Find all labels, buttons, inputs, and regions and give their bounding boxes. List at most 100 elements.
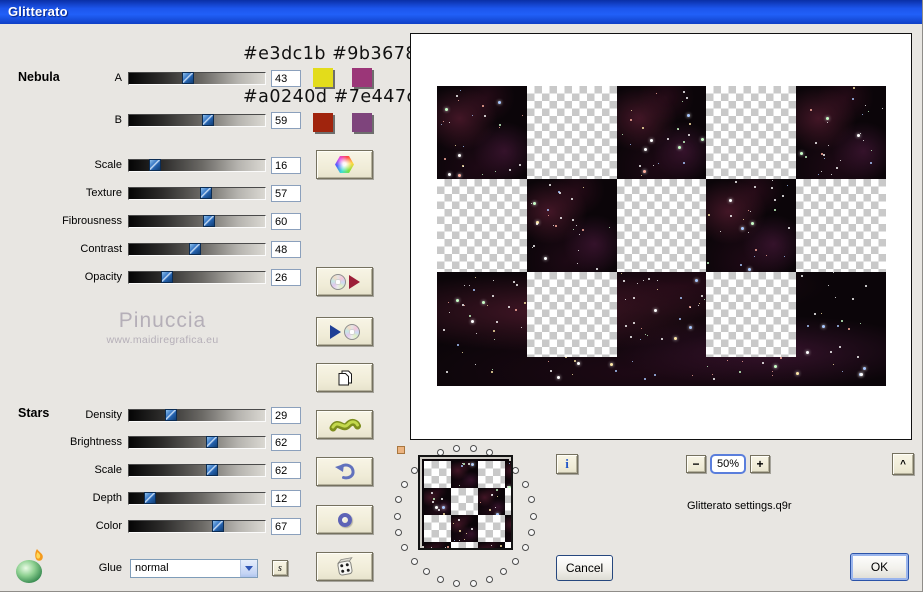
star-dot <box>820 312 822 314</box>
slider-track[interactable] <box>128 464 266 477</box>
memory-dot[interactable] <box>401 480 409 488</box>
slider-track[interactable] <box>128 72 266 85</box>
slider-value-input[interactable] <box>271 157 301 174</box>
slider-track[interactable] <box>128 187 266 200</box>
star-dot <box>458 530 461 533</box>
slider-track[interactable] <box>128 520 266 533</box>
memory-dot[interactable] <box>437 576 445 584</box>
slider-row-nebula-scale: Scale <box>30 157 305 174</box>
slider-value-input[interactable] <box>271 112 301 129</box>
slider-value-input[interactable] <box>271 213 301 230</box>
zoom-in-button[interactable]: + <box>750 455 770 473</box>
slider-track[interactable] <box>128 114 266 127</box>
memory-dot[interactable] <box>527 528 535 536</box>
transparent-checker-tile <box>437 179 527 272</box>
slider-value-input[interactable] <box>271 407 301 424</box>
memory-dot[interactable] <box>521 480 529 488</box>
info-button[interactable]: i <box>556 454 578 474</box>
titlebar[interactable]: Glitterato <box>0 0 922 24</box>
memory-square-marker[interactable] <box>397 446 405 454</box>
preview-panel[interactable] <box>410 33 912 440</box>
copy-button[interactable] <box>316 363 373 392</box>
glue-dropdown[interactable]: normal <box>130 559 258 578</box>
random-dice-button[interactable] <box>316 552 373 581</box>
slider-track[interactable] <box>128 436 266 449</box>
memory-dot[interactable] <box>395 496 403 504</box>
ring-button[interactable] <box>316 505 373 534</box>
slider-thumb[interactable] <box>206 436 218 448</box>
slider-value-input[interactable] <box>271 490 301 507</box>
slider-thumb[interactable] <box>203 215 215 227</box>
memory-dot[interactable] <box>529 512 537 520</box>
wavy-button[interactable] <box>316 410 373 439</box>
color-wheel-button[interactable] <box>316 150 373 179</box>
slider-value-input[interactable] <box>271 70 301 87</box>
slider-track[interactable] <box>128 271 266 284</box>
memory-dot[interactable] <box>401 544 409 552</box>
memory-dot[interactable] <box>512 557 520 565</box>
memory-dot[interactable] <box>469 580 477 587</box>
slider-value-input[interactable] <box>271 518 301 535</box>
undo-button[interactable] <box>316 457 373 486</box>
memory-dot[interactable] <box>410 467 418 475</box>
star-dot <box>861 114 863 116</box>
chevron-down-icon <box>245 566 253 571</box>
memory-dot[interactable] <box>453 580 461 587</box>
preview-thumbnail[interactable] <box>418 455 513 550</box>
s-button[interactable]: s <box>272 560 288 576</box>
slider-thumb[interactable] <box>189 243 201 255</box>
slider-value-input[interactable] <box>271 241 301 258</box>
dropdown-arrow-zone[interactable] <box>240 560 257 577</box>
zoom-level-display[interactable]: 50% <box>710 454 746 474</box>
slider-track[interactable] <box>128 492 266 505</box>
slider-track[interactable] <box>128 215 266 228</box>
color-swatch-2[interactable] <box>352 68 372 87</box>
star-dot <box>432 500 435 503</box>
slider-value-input[interactable] <box>271 462 301 479</box>
zoom-out-button[interactable]: − <box>686 455 706 473</box>
slider-value-input[interactable] <box>271 185 301 202</box>
slider-thumb[interactable] <box>161 271 173 283</box>
memory-dot[interactable] <box>512 467 520 475</box>
star-dot <box>560 217 563 220</box>
slider-thumb[interactable] <box>144 492 156 504</box>
slider-thumb[interactable] <box>149 159 161 171</box>
slider-track[interactable] <box>128 409 266 422</box>
glue-selected-value: normal <box>135 562 169 574</box>
load-settings-button[interactable] <box>316 317 373 346</box>
memory-dot[interactable] <box>485 576 493 584</box>
collapse-caret-button[interactable]: ^ <box>892 453 914 475</box>
memory-dot[interactable] <box>395 528 403 536</box>
slider-thumb[interactable] <box>202 114 214 126</box>
memory-dot[interactable] <box>469 444 477 452</box>
slider-value-input[interactable] <box>271 434 301 451</box>
memory-dot[interactable] <box>393 512 401 520</box>
color-swatch-1[interactable] <box>313 68 333 87</box>
slider-track[interactable] <box>128 159 266 172</box>
star-dot <box>462 351 464 353</box>
star-dot <box>864 104 866 106</box>
memory-dot[interactable] <box>422 568 430 576</box>
ok-button[interactable]: OK <box>850 553 909 581</box>
star-dot <box>499 124 502 126</box>
memory-dot[interactable] <box>410 557 418 565</box>
memory-dot[interactable] <box>527 496 535 504</box>
slider-value-input[interactable] <box>271 269 301 286</box>
star-dot <box>859 372 863 376</box>
slider-thumb[interactable] <box>200 187 212 199</box>
cancel-button[interactable]: Cancel <box>556 555 613 581</box>
star-dot <box>704 299 706 301</box>
memory-dot[interactable] <box>500 568 508 576</box>
color-swatch-3[interactable] <box>313 113 333 132</box>
slider-thumb[interactable] <box>182 72 194 84</box>
slider-thumb[interactable] <box>165 409 177 421</box>
memory-dot[interactable] <box>453 444 461 452</box>
star-dot <box>698 303 700 305</box>
slider-thumb[interactable] <box>212 520 224 532</box>
save-settings-button[interactable] <box>316 267 373 296</box>
slider-thumb[interactable] <box>206 464 218 476</box>
slider-track[interactable] <box>128 243 266 256</box>
memory-dot[interactable] <box>521 544 529 552</box>
color-swatch-4[interactable] <box>352 113 372 132</box>
star-dot <box>807 324 810 327</box>
